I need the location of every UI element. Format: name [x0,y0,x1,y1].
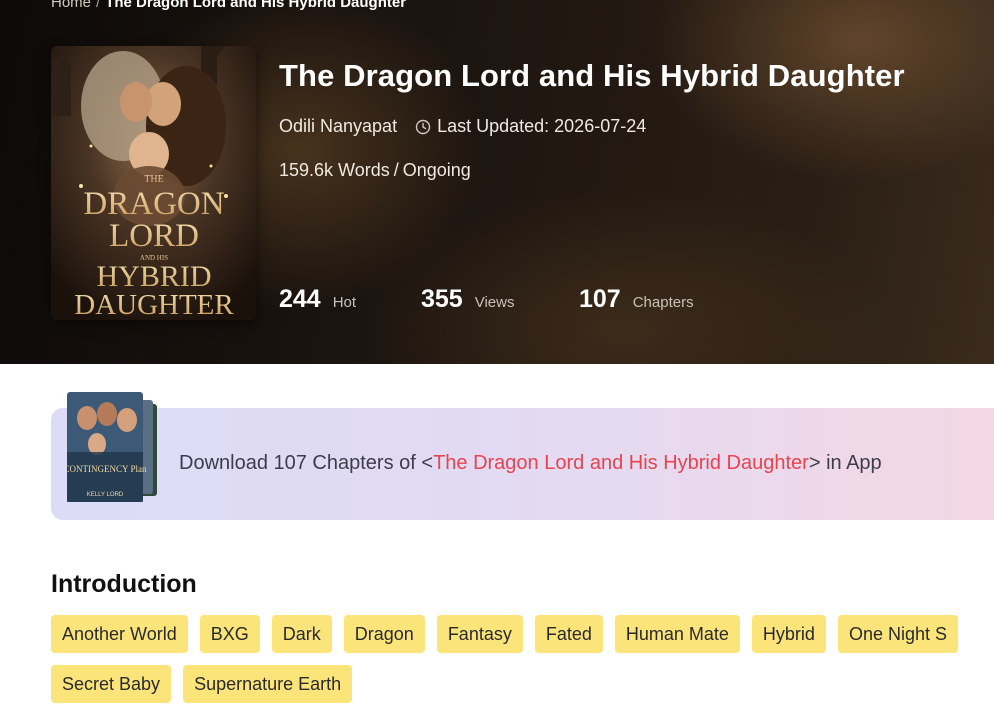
app-book-stack-image: CONTINGENCY Plan KELLY LORD [64,392,167,504]
tag-dark[interactable]: Dark [271,615,332,653]
breadcrumb: Home / The Dragon Lord and His Hybrid Daug… [51,0,406,11]
book-title: The Dragon Lord and His Hybrid Daughter [279,58,905,93]
cover-title-line6: DAUGHTER [74,289,234,320]
cover-title-line2: DRAGON [83,186,224,222]
tag-dragon[interactable]: Dragon [343,615,425,653]
clock-icon [415,119,431,135]
cover-title-line1: THE [144,174,163,185]
book-cover-image[interactable]: THE DRAGON LORD AND HIS HYBRID DAUGHTER [51,46,256,320]
stat-chapters-value: 107 [579,285,621,313]
breadcrumb-separator: / [96,0,101,11]
stat-views: 355 Views [421,285,579,314]
tag-row-2: Secret Baby Supernature Earth [51,665,994,703]
breadcrumb-current[interactable]: The Dragon Lord and His Hybrid Daughter [105,0,406,11]
book-status: Ongoing [402,160,471,180]
tag-row-1: Another World BXG Dark Dragon Fantasy Fa… [51,615,994,653]
breadcrumb-home-link[interactable]: Home [51,0,91,11]
tag-another-world[interactable]: Another World [51,615,188,653]
mini-cover-author: KELLY LORD [87,492,124,498]
last-updated-date: 2026-07-24 [554,116,647,136]
stat-chapters-label: Chapters [632,294,694,311]
stat-hot: 244 Hot [279,285,421,314]
tag-one-night-stand[interactable]: One Night S [837,615,958,653]
tag-human-mate[interactable]: Human Mate [614,615,740,653]
book-meta: Odili Nanyapat Last Updated: 2026-07-24 [279,116,646,137]
word-count: 159.6k Words [279,160,390,180]
banner-suffix: > in App [808,452,882,474]
download-banner-text[interactable]: Download 107 Chapters of <The Dragon Lor… [179,452,882,475]
banner-book-title: The Dragon Lord and His Hybrid Daughter [433,452,809,474]
status-separator: / [393,160,399,180]
author-name[interactable]: Odili Nanyapat [279,116,397,137]
stat-hot-label: Hot [332,294,357,311]
tag-hybrid[interactable]: Hybrid [751,615,826,653]
tag-supernature-earth[interactable]: Supernature Earth [183,665,353,703]
word-count-status: 159.6k Words / Ongoing [279,160,471,181]
banner-prefix: Download 107 Chapters of < [179,452,434,474]
tag-list: Another World BXG Dark Dragon Fantasy Fa… [51,615,994,715]
tag-secret-baby[interactable]: Secret Baby [51,665,172,703]
tag-fantasy[interactable]: Fantasy [436,615,523,653]
mini-cover-title: CONTINGENCY Plan [67,464,147,474]
stat-hot-value: 244 [279,285,321,313]
stat-chapters: 107 Chapters [579,285,694,314]
introduction-heading: Introduction [51,570,197,598]
book-stats: 244 Hot 355 Views 107 Chapters [279,285,694,314]
cover-title-line3: LORD [109,218,199,254]
stat-views-label: Views [474,294,515,311]
tag-fated[interactable]: Fated [534,615,603,653]
tag-bxg[interactable]: BXG [199,615,260,653]
book-header: Home / The Dragon Lord and His Hybrid Daug… [0,0,994,364]
stat-views-value: 355 [421,285,463,313]
last-updated-label: Last Updated: [437,116,550,136]
download-app-banner[interactable]: CONTINGENCY Plan KELLY LORD Download 107… [51,392,994,520]
